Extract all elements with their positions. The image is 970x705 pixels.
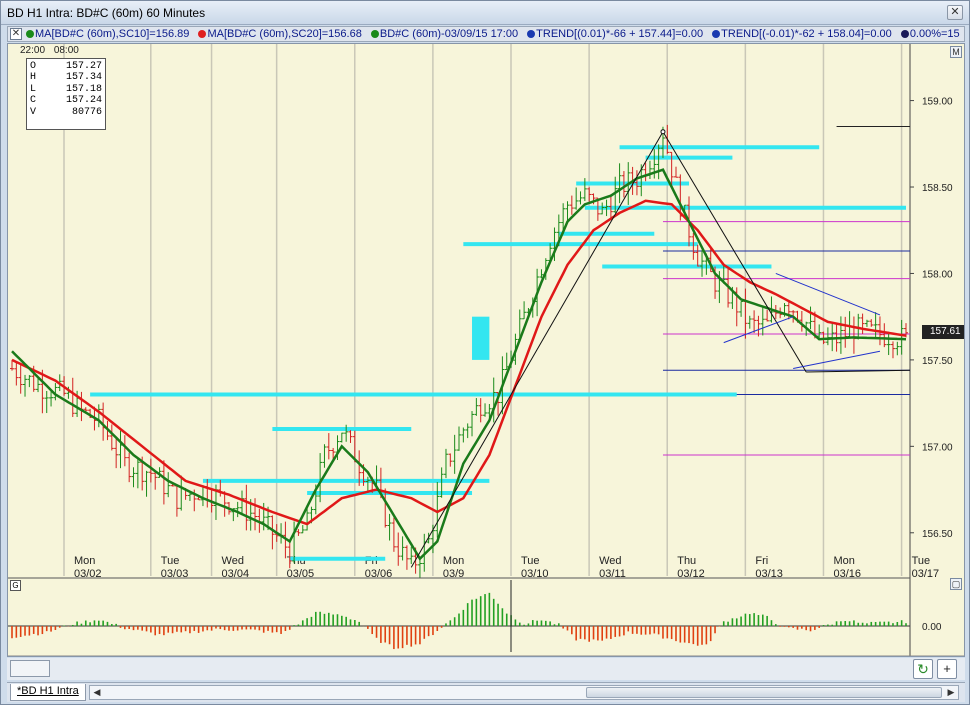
time-b-label: 08:00 [53, 45, 79, 56]
date-label: 03/17 [912, 568, 940, 580]
day-label: Tue [161, 555, 180, 567]
indicator-toggle-button[interactable]: G [10, 580, 21, 591]
tab-bd-h1-intra[interactable]: *BD H1 Intra [10, 684, 86, 701]
time-a-label: 22:00 [20, 45, 46, 56]
maximize-panel-button[interactable]: M [950, 46, 962, 58]
ohlc-high-key: H [30, 72, 37, 84]
price-dot-icon [370, 30, 379, 38]
close-button[interactable]: ✕ [947, 5, 963, 20]
horizontal-scrollbar[interactable]: ◀ ▶ [89, 685, 959, 700]
pivot-marker [660, 129, 666, 135]
ohlc-open-value: 157.27 [65, 61, 102, 72]
study-items: MA[BD#C (60m),SC10]=156.89 MA[BD#C (60m)… [26, 28, 964, 40]
y-tick-label: 159.00 [922, 97, 953, 108]
day-label: Mon [833, 555, 854, 567]
ohlc-low-value: 157.18 [65, 83, 102, 95]
y-tick-label: 158.50 [922, 183, 953, 194]
bottom-bar: ↻ + [7, 658, 965, 680]
last-price-flag: 157.61 [922, 325, 964, 339]
indicator-max-button[interactable]: ▢ [950, 578, 962, 590]
scroll-right-arrow-icon[interactable]: ▶ [944, 686, 958, 699]
ohlc-close-key: C [30, 95, 37, 107]
study-ma20[interactable]: MA[BD#C (60m),SC20]=156.68 [198, 28, 362, 40]
ohlc-volume-row: V 80776 [30, 107, 102, 118]
ma10-dot-icon [26, 30, 34, 38]
price-chart[interactable]: Mon03/02Tue03/03Wed03/04Thu03/05Fri03/06… [8, 44, 964, 656]
ohlc-box: O 157.27 H 157.34 L 157.18 C 157.24 V 80776 [26, 58, 106, 130]
study-price-label: BD#C (60m)-03/09/15 17:00 [379, 28, 519, 40]
ma20-dot-icon [198, 30, 207, 38]
day-label: Thu [677, 555, 696, 567]
ohlc-close-row: C 157.24 [30, 95, 102, 106]
y-tick-label: 158.00 [922, 269, 953, 280]
study-ma10-label: MA[BD#C (60m),SC10]=156.89 [35, 28, 190, 40]
study-price[interactable]: BD#C (60m)-03/09/15 17:00 [370, 28, 519, 40]
channel-line [775, 272, 881, 316]
zoom-in-icon[interactable]: + [937, 659, 957, 679]
cyan-block [472, 316, 490, 360]
channel-line [793, 350, 881, 370]
day-label: Mon [74, 555, 95, 567]
study-pct-label: 0.00%=15 [909, 28, 960, 40]
study-trend2-label: TREND[(-0.01)*-62 + 158.04]=0.00 [721, 28, 892, 40]
ohlc-volume-value: 80776 [71, 106, 102, 118]
indicator-zero-label: 0.00 [922, 622, 942, 633]
refresh-icon[interactable]: ↻ [913, 659, 933, 679]
ohlc-open-row: O 157.27 [30, 61, 102, 72]
ohlc-low-key: L [30, 83, 37, 95]
ohlc-high-row: H 157.34 [30, 72, 102, 83]
scroll-thumb[interactable] [586, 687, 942, 698]
pct-dot-icon [900, 30, 909, 38]
study-trend2[interactable]: TREND[(-0.01)*-62 + 158.04]=0.00 [712, 28, 892, 40]
chart-window: BD H1 Intra: BD#C (60m) 60 Minutes ✕ ✕ M… [0, 0, 970, 705]
study-trend1-label: TREND[(0.01)*-66 + 157.44]=0.00 [536, 28, 704, 40]
y-tick-label: 157.00 [922, 442, 953, 453]
chart-area[interactable]: Mon 03/02 Tue 03/03 Wed 03/04 Thu 03/05 Fri 03/06… [7, 43, 965, 657]
scroll-left-arrow-icon[interactable]: ◀ [90, 686, 104, 699]
title-bar[interactable]: BD H1 Intra: BD#C (60m) 60 Minutes ✕ [1, 1, 969, 25]
study-ma10[interactable]: MA[BD#C (60m),SC10]=156.89 [26, 28, 189, 40]
trend2-dot-icon [712, 30, 721, 38]
ohlc-open-key: O [30, 61, 37, 72]
day-label: Tue [521, 555, 540, 567]
y-tick-label: 156.50 [922, 529, 953, 540]
trend1-dot-icon [527, 30, 536, 38]
ohlc-volume-key: V [30, 106, 37, 118]
trend-line [410, 131, 664, 568]
study-bar-close-icon[interactable]: ✕ [10, 28, 22, 40]
study-trend1[interactable]: TREND[(0.01)*-66 + 157.44]=0.00 [527, 28, 703, 40]
study-ma20-label: MA[BD#C (60m),SC20]=156.68 [207, 28, 362, 40]
ohlc-close-value: 157.24 [65, 95, 102, 107]
window-title: BD H1 Intra: BD#C (60m) 60 Minutes [7, 6, 206, 20]
study-legend-bar: ✕ MA[BD#C (60m),SC10]=156.89 MA[BD#C (60… [7, 26, 965, 42]
day-label: Tue [912, 555, 931, 567]
sheet-tab-bar: *BD H1 Intra ◀ ▶ [7, 682, 965, 702]
study-pct[interactable]: 0.00%=15 [900, 28, 960, 40]
day-label: Mon [443, 555, 464, 567]
time-axis-scroll-box[interactable] [10, 660, 50, 677]
day-label: Fri [755, 555, 768, 567]
day-label: Wed [222, 555, 244, 567]
time-controls: 22:00 08:00 [20, 45, 85, 56]
y-tick-label: 157.50 [922, 356, 953, 367]
ohlc-low-row: L 157.18 [30, 84, 102, 95]
ohlc-high-value: 157.34 [65, 72, 102, 84]
day-label: Wed [599, 555, 621, 567]
trend-line [662, 131, 807, 373]
